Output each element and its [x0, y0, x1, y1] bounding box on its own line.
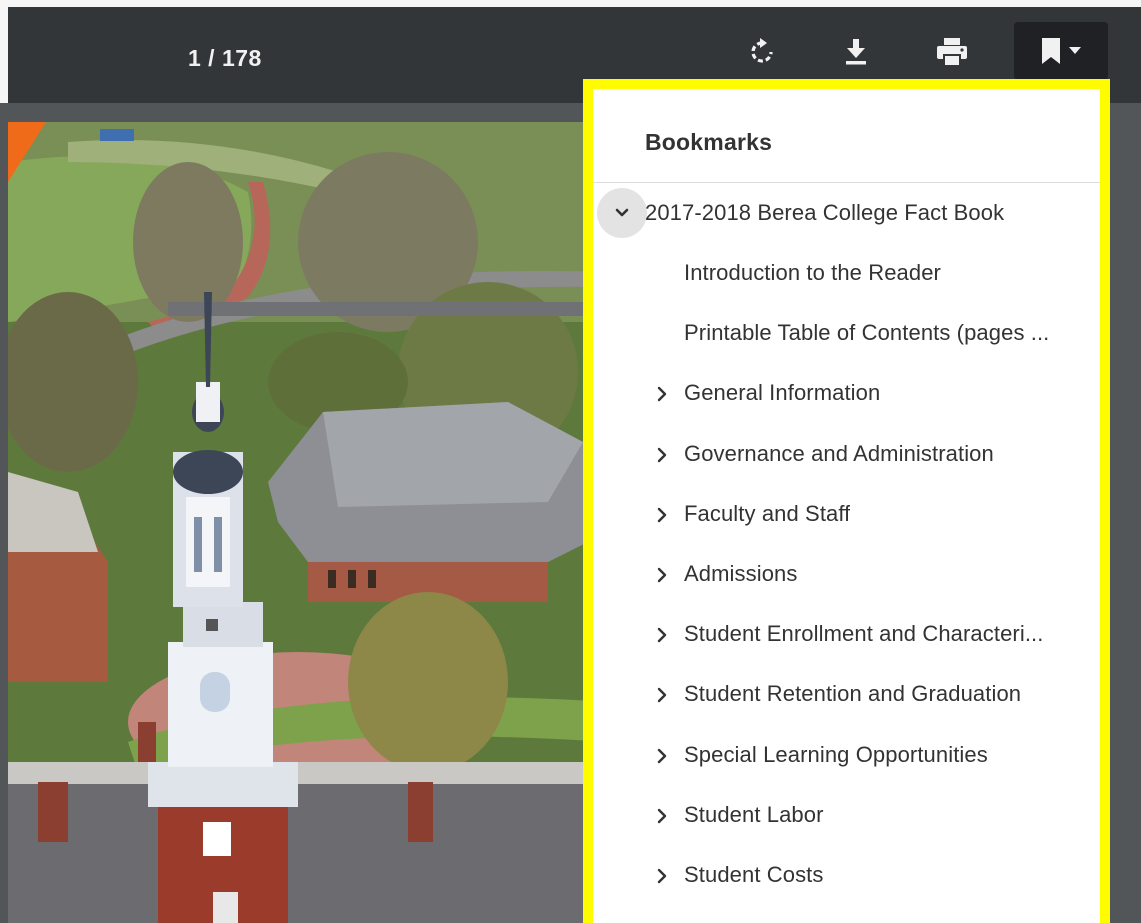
chevron-right-icon[interactable]: [651, 865, 673, 887]
chevron-right-icon[interactable]: [651, 504, 673, 526]
chevron-right-icon[interactable]: [651, 564, 673, 586]
bookmark-item[interactable]: Governance and Administration: [593, 424, 1100, 484]
bookmark-item-label: Printable Table of Contents (pages ...: [684, 320, 1050, 346]
bookmarks-toggle-button[interactable]: [1014, 22, 1108, 80]
bookmark-root-item[interactable]: 2017-2018 Berea College Fact Book: [593, 183, 1100, 243]
caret-down-icon: [1069, 47, 1081, 54]
bookmark-item[interactable]: Printable Table of Contents (pages ...: [593, 303, 1100, 363]
download-icon: [846, 39, 866, 65]
chevron-right-icon[interactable]: [651, 745, 673, 767]
download-button[interactable]: [834, 30, 878, 74]
rotate-button[interactable]: [740, 30, 784, 74]
chevron-right-icon[interactable]: [651, 684, 673, 706]
campus-aerial-photo: [8, 122, 608, 923]
print-button[interactable]: [930, 30, 974, 74]
page-separator: /: [201, 45, 222, 71]
bookmark-item[interactable]: Student Enrollment and Characteri...: [593, 604, 1100, 664]
bookmark-item-label: General Information: [684, 380, 881, 406]
bookmark-item[interactable]: Special Learning Opportunities: [593, 725, 1100, 785]
bookmark-item-label: Faculty and Staff: [684, 500, 851, 526]
page-current[interactable]: 1: [188, 45, 201, 71]
bookmark-item-label: Student Costs: [684, 862, 824, 887]
bookmark-item[interactable]: Student Costs: [593, 845, 1100, 905]
bookmark-root-label: 2017-2018 Berea College Fact Book: [645, 200, 1005, 225]
bookmarks-title: Bookmarks: [645, 129, 773, 155]
page-indicator: 1 / 178: [188, 45, 262, 72]
bookmarks-header: Bookmarks: [593, 89, 1100, 183]
bookmark-item-label: Student Retention and Graduation: [684, 681, 1022, 707]
chevron-right-icon[interactable]: [651, 383, 673, 405]
bookmark-item[interactable]: Admissions: [593, 544, 1100, 604]
bookmark-item[interactable]: Introduction to the Reader: [593, 243, 1100, 303]
bookmark-item[interactable]: Student Retention and Graduation: [593, 664, 1100, 724]
bookmark-item-label: Admissions: [684, 561, 798, 586]
bookmark-item[interactable]: Faculty and Staff: [593, 484, 1100, 544]
bookmark-item-label: Student Enrollment and Characteri...: [684, 621, 1044, 647]
page-total: 178: [221, 45, 262, 71]
chevron-right-icon[interactable]: [651, 444, 673, 466]
bookmark-item-label: Governance and Administration: [684, 440, 994, 466]
page-cover-image: [8, 122, 608, 923]
rotate-icon: [751, 38, 773, 63]
collapse-toggle[interactable]: [597, 188, 647, 238]
chevron-down-icon: [615, 208, 629, 217]
chevron-right-icon[interactable]: [651, 624, 673, 646]
bookmark-item[interactable]: General Information: [593, 363, 1100, 423]
bookmarks-panel: Bookmarks 2017-2018 Berea College Fact B…: [583, 79, 1110, 923]
chevron-right-icon[interactable]: [651, 805, 673, 827]
print-icon: [937, 38, 967, 67]
bookmark-item-label: Introduction to the Reader: [684, 260, 941, 285]
bookmark-item-label: Special Learning Opportunities: [684, 741, 988, 767]
bookmark-item-label: Student Labor: [684, 801, 824, 827]
bookmark-icon: [1042, 38, 1060, 64]
bookmark-item[interactable]: Student Labor: [593, 785, 1100, 845]
